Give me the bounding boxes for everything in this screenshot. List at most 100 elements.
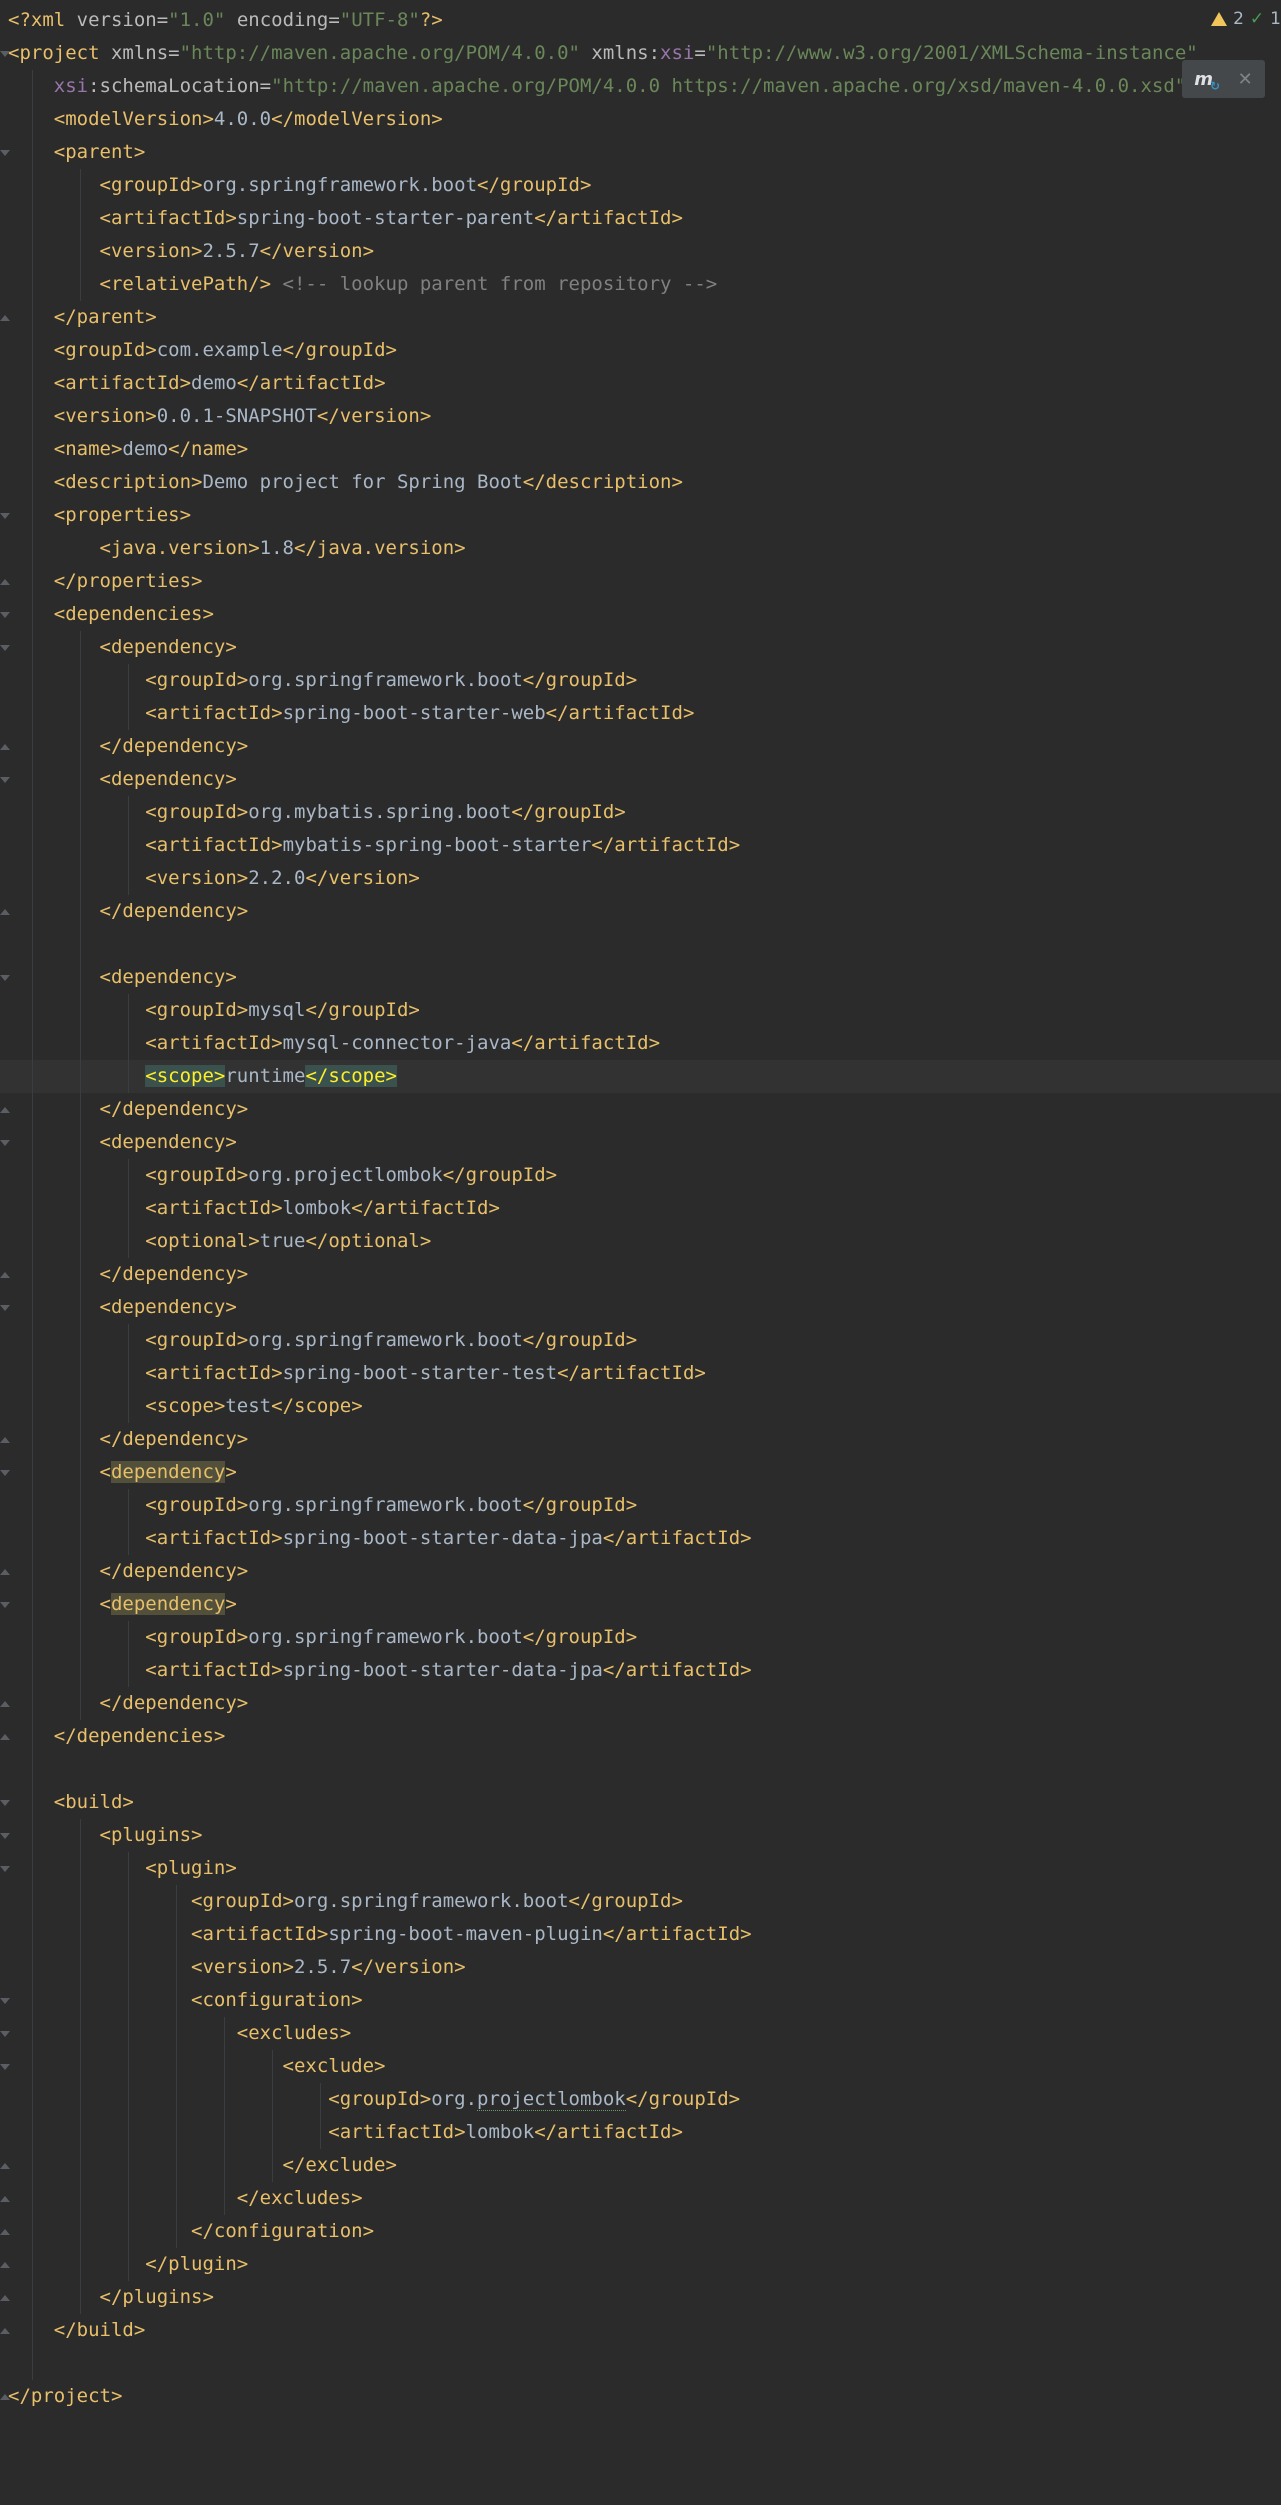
fold-marker-icon[interactable] [0, 1437, 10, 1443]
code-line[interactable]: <plugin> [0, 1852, 1281, 1885]
fold-marker-icon[interactable] [0, 51, 10, 57]
fold-marker-icon[interactable] [0, 2031, 10, 2037]
fold-marker-icon[interactable] [0, 513, 10, 519]
code-line[interactable]: <description>Demo project for Spring Boo… [0, 466, 1281, 499]
code-line[interactable]: <groupId>org.projectlombok</groupId> [0, 2083, 1281, 2116]
code-line[interactable]: </dependency> [0, 1423, 1281, 1456]
fold-marker-icon[interactable] [0, 2196, 10, 2202]
fold-marker-icon[interactable] [0, 1107, 10, 1113]
fold-marker-icon[interactable] [0, 777, 10, 783]
code-line[interactable]: <artifactId>spring-boot-starter-web</art… [0, 697, 1281, 730]
code-line[interactable]: <groupId>org.springframework.boot</group… [0, 1885, 1281, 1918]
fold-marker-icon[interactable] [0, 1140, 10, 1146]
code-line[interactable]: </dependencies> [0, 1720, 1281, 1753]
fold-marker-icon[interactable] [0, 150, 10, 156]
code-line[interactable]: </build> [0, 2314, 1281, 2347]
code-line[interactable]: </dependency> [0, 1555, 1281, 1588]
code-line[interactable]: </project> [0, 2380, 1281, 2413]
code-line[interactable]: <plugins> [0, 1819, 1281, 1852]
code-line[interactable]: <version>2.2.0</version> [0, 862, 1281, 895]
code-line[interactable]: <artifactId>demo</artifactId> [0, 367, 1281, 400]
maven-reload-icon[interactable]: m ↻ [1194, 69, 1220, 93]
fold-marker-icon[interactable] [0, 1833, 10, 1839]
code-line[interactable]: <artifactId>lombok</artifactId> [0, 2116, 1281, 2149]
code-line[interactable]: <version>0.0.1-SNAPSHOT</version> [0, 400, 1281, 433]
code-line[interactable]: <dependency> [0, 1291, 1281, 1324]
code-line[interactable]: <build> [0, 1786, 1281, 1819]
fold-marker-icon[interactable] [0, 2394, 10, 2400]
fold-marker-icon[interactable] [0, 2262, 10, 2268]
fold-marker-icon[interactable] [0, 645, 10, 651]
code-line[interactable]: <artifactId>spring-boot-starter-parent</… [0, 202, 1281, 235]
fold-marker-icon[interactable] [0, 2295, 10, 2301]
code-line[interactable]: <version>2.5.7</version> [0, 1951, 1281, 1984]
code-line[interactable]: <modelVersion>4.0.0</modelVersion> [0, 103, 1281, 136]
code-line[interactable] [0, 2347, 1281, 2380]
code-line[interactable]: <groupId>com.example</groupId> [0, 334, 1281, 367]
fold-marker-icon[interactable] [0, 1701, 10, 1707]
code-line[interactable]: <properties> [0, 499, 1281, 532]
code-line[interactable]: </excludes> [0, 2182, 1281, 2215]
code-line[interactable]: <groupId>org.springframework.boot</group… [0, 1621, 1281, 1654]
code-line[interactable]: <scope>runtime</scope> [0, 1060, 1281, 1093]
code-line[interactable]: <parent> [0, 136, 1281, 169]
code-line[interactable]: <excludes> [0, 2017, 1281, 2050]
code-line[interactable]: </plugins> [0, 2281, 1281, 2314]
code-line[interactable]: <scope>test</scope> [0, 1390, 1281, 1423]
fold-marker-icon[interactable] [0, 2163, 10, 2169]
code-line[interactable]: <groupId>org.projectlombok</groupId> [0, 1159, 1281, 1192]
code-line[interactable]: </properties> [0, 565, 1281, 598]
code-line[interactable]: </exclude> [0, 2149, 1281, 2182]
fold-marker-icon[interactable] [0, 1470, 10, 1476]
code-line[interactable]: <groupId>org.springframework.boot</group… [0, 1489, 1281, 1522]
code-line[interactable]: <dependencies> [0, 598, 1281, 631]
code-line[interactable]: </dependency> [0, 1258, 1281, 1291]
code-line[interactable]: xsi:schemaLocation="http://maven.apache.… [0, 70, 1281, 103]
code-line[interactable]: </dependency> [0, 1687, 1281, 1720]
fold-marker-icon[interactable] [0, 975, 10, 981]
code-line[interactable]: <dependency> [0, 1456, 1281, 1489]
code-line[interactable]: <configuration> [0, 1984, 1281, 2017]
code-line[interactable]: <name>demo</name> [0, 433, 1281, 466]
fold-marker-icon[interactable] [0, 1866, 10, 1872]
code-line[interactable]: <version>2.5.7</version> [0, 235, 1281, 268]
code-line[interactable]: <optional>true</optional> [0, 1225, 1281, 1258]
code-line[interactable]: <artifactId>lombok</artifactId> [0, 1192, 1281, 1225]
code-line[interactable]: <exclude> [0, 2050, 1281, 2083]
code-line[interactable]: <groupId>org.springframework.boot</group… [0, 1324, 1281, 1357]
code-line[interactable]: <relativePath/> <!-- lookup parent from … [0, 268, 1281, 301]
code-line[interactable]: </dependency> [0, 1093, 1281, 1126]
code-line[interactable]: <dependency> [0, 763, 1281, 796]
code-line[interactable]: <java.version>1.8</java.version> [0, 532, 1281, 565]
fold-marker-icon[interactable] [0, 315, 10, 321]
code-line[interactable]: <artifactId>mysql-connector-java</artifa… [0, 1027, 1281, 1060]
close-icon[interactable]: ✕ [1238, 69, 1253, 90]
fold-marker-icon[interactable] [0, 909, 10, 915]
code-line[interactable]: <dependency> [0, 1126, 1281, 1159]
fold-marker-icon[interactable] [0, 2229, 10, 2235]
code-line[interactable]: <artifactId>spring-boot-starter-data-jpa… [0, 1522, 1281, 1555]
code-line[interactable]: <groupId>org.mybatis.spring.boot</groupI… [0, 796, 1281, 829]
code-line[interactable]: <project xmlns="http://maven.apache.org/… [0, 37, 1281, 70]
inspection-widget[interactable]: 2 ✓ 1 [1211, 4, 1281, 34]
fold-marker-icon[interactable] [0, 579, 10, 585]
code-line[interactable]: </configuration> [0, 2215, 1281, 2248]
code-line[interactable]: <groupId>mysql</groupId> [0, 994, 1281, 1027]
code-line[interactable]: <artifactId>spring-boot-starter-test</ar… [0, 1357, 1281, 1390]
fold-marker-icon[interactable] [0, 1998, 10, 2004]
code-line[interactable]: </plugin> [0, 2248, 1281, 2281]
fold-marker-icon[interactable] [0, 2064, 10, 2070]
fold-marker-icon[interactable] [0, 1800, 10, 1806]
code-line[interactable]: <dependency> [0, 1588, 1281, 1621]
fold-marker-icon[interactable] [0, 1734, 10, 1740]
code-line[interactable]: </dependency> [0, 730, 1281, 763]
code-line[interactable]: <artifactId>spring-boot-maven-plugin</ar… [0, 1918, 1281, 1951]
code-line[interactable]: <dependency> [0, 961, 1281, 994]
fold-marker-icon[interactable] [0, 1272, 10, 1278]
code-line[interactable] [0, 928, 1281, 961]
code-line[interactable]: <dependency> [0, 631, 1281, 664]
fold-marker-icon[interactable] [0, 612, 10, 618]
code-line[interactable] [0, 1753, 1281, 1786]
code-line[interactable]: <artifactId>mybatis-spring-boot-starter<… [0, 829, 1281, 862]
fold-marker-icon[interactable] [0, 744, 10, 750]
